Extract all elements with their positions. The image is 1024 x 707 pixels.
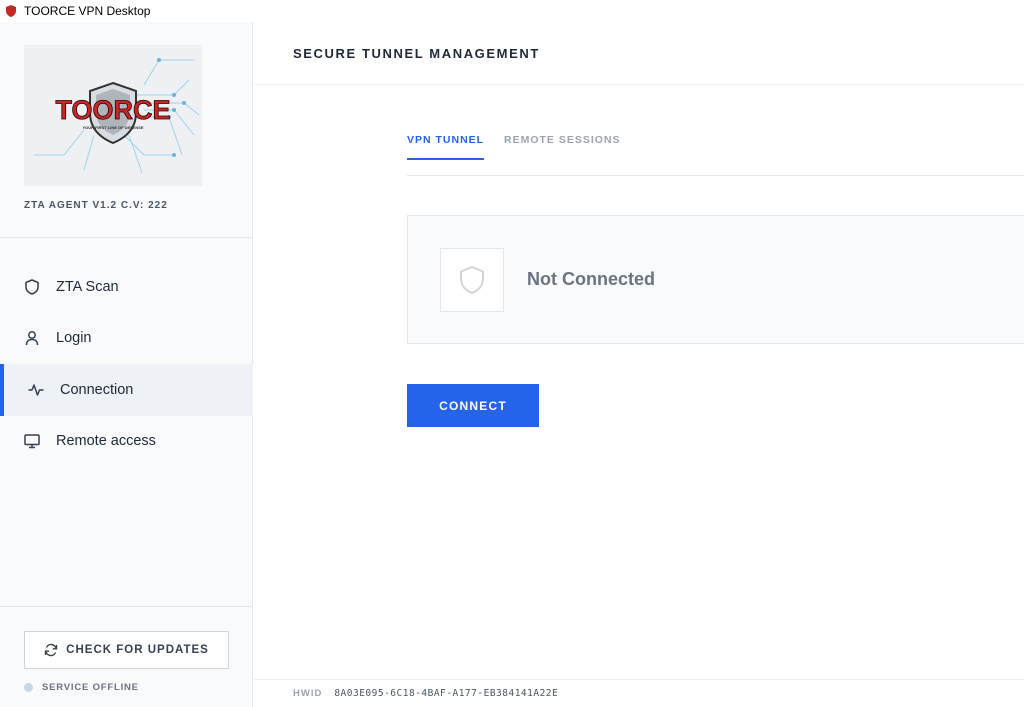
sidebar: TOORCE YOUR FIRST LINE OF DEFENSE ZTA AG… bbox=[0, 22, 253, 707]
sidebar-item-label: Login bbox=[56, 330, 92, 347]
sidebar-divider bbox=[0, 237, 253, 238]
window-title: TOORCE VPN Desktop bbox=[24, 4, 151, 18]
shield-icon bbox=[460, 266, 484, 294]
window-titlebar: TOORCE VPN Desktop bbox=[0, 0, 1024, 22]
service-status-label: SERVICE OFFLINE bbox=[42, 682, 139, 693]
sidebar-divider bbox=[0, 606, 253, 607]
status-dot bbox=[24, 683, 33, 692]
svg-text:TOORCE: TOORCE bbox=[55, 95, 170, 125]
sidebar-item-remote-access[interactable]: Remote access bbox=[0, 416, 253, 468]
footer: HWID 8A03E095-6C18-4BAF-A177-EB384141A22… bbox=[254, 679, 1024, 707]
sidebar-item-connection[interactable]: Connection bbox=[0, 364, 253, 416]
page-title: SECURE TUNNEL MANAGEMENT bbox=[293, 46, 540, 61]
svg-text:YOUR FIRST LINE OF DEFENSE: YOUR FIRST LINE OF DEFENSE bbox=[82, 125, 143, 130]
sidebar-item-label: ZTA Scan bbox=[56, 278, 119, 295]
sidebar-item-label: Connection bbox=[60, 381, 134, 398]
page-header: SECURE TUNNEL MANAGEMENT bbox=[254, 22, 1024, 85]
brand-logo: TOORCE YOUR FIRST LINE OF DEFENSE bbox=[24, 45, 202, 186]
sidebar-item-label: Remote access bbox=[56, 433, 156, 450]
tab-vpn-tunnel[interactable]: VPN TUNNEL bbox=[407, 134, 485, 160]
connect-button[interactable]: CONNECT bbox=[407, 384, 539, 427]
agent-version: ZTA AGENT V1.2 C.V: 222 bbox=[24, 200, 168, 211]
shield-icon bbox=[24, 279, 40, 295]
service-status: SERVICE OFFLINE bbox=[24, 682, 139, 693]
main-panel: SECURE TUNNEL MANAGEMENT VPN TUNNEL REMO… bbox=[254, 22, 1024, 707]
tab-bar: VPN TUNNEL REMOTE SESSIONS bbox=[407, 118, 1024, 176]
status-icon-box bbox=[440, 248, 504, 312]
activity-icon bbox=[28, 382, 44, 398]
sidebar-nav: ZTA Scan Login Connection Remote access bbox=[0, 261, 253, 467]
user-icon bbox=[24, 330, 40, 346]
check-for-updates-button[interactable]: CHECK FOR UPDATES bbox=[24, 631, 229, 669]
refresh-icon bbox=[44, 643, 58, 657]
connection-status-card: Not Connected bbox=[407, 215, 1024, 344]
tab-remote-sessions[interactable]: REMOTE SESSIONS bbox=[504, 134, 621, 158]
monitor-icon bbox=[24, 433, 40, 449]
connection-status-text: Not Connected bbox=[527, 269, 655, 289]
sidebar-item-zta-scan[interactable]: ZTA Scan bbox=[0, 261, 253, 313]
hwid-label: HWID bbox=[293, 688, 323, 699]
sidebar-item-login[interactable]: Login bbox=[0, 313, 253, 365]
check-for-updates-label: CHECK FOR UPDATES bbox=[66, 644, 209, 656]
app-icon bbox=[6, 5, 16, 17]
hwid-value: 8A03E095-6C18-4BAF-A177-EB384141A22E bbox=[334, 688, 559, 699]
